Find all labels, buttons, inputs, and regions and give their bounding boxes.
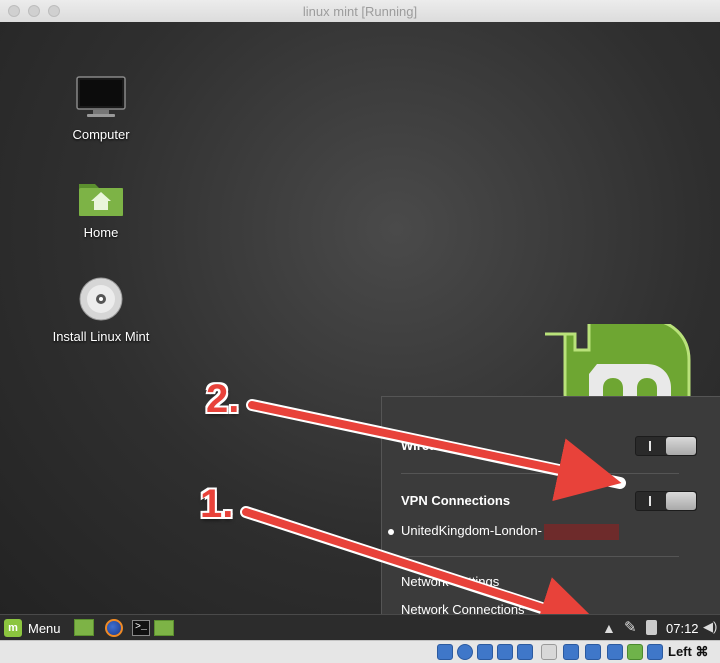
- cpu-icon[interactable]: [607, 644, 623, 660]
- vm-status-bar: Left ⌘: [0, 640, 720, 663]
- annotation-arrows: [240, 399, 626, 614]
- audio-icon[interactable]: [477, 644, 493, 660]
- menu-label: Menu: [28, 620, 61, 636]
- video-capture-icon[interactable]: [585, 644, 601, 660]
- annotation-label-one: 1.: [200, 482, 234, 526]
- menu-button[interactable]: m Menu: [4, 619, 61, 637]
- battery-icon[interactable]: [646, 620, 657, 635]
- show-desktop-icon[interactable]: [74, 619, 94, 636]
- guest-additions-icon[interactable]: [627, 644, 643, 660]
- host-key-label: Left ⌘: [668, 644, 709, 659]
- network-tray-icon[interactable]: ▲: [602, 620, 616, 636]
- network-adapter-icon[interactable]: [497, 644, 513, 660]
- desktop: Computer Home Install Linux Mint Wired V…: [0, 22, 720, 614]
- display-icon[interactable]: [563, 644, 579, 660]
- mint-menu-icon: m: [4, 619, 22, 637]
- optical-drive-icon[interactable]: [457, 644, 473, 660]
- mouse-integration-icon[interactable]: [647, 644, 663, 660]
- volume-icon[interactable]: ◀): [703, 619, 717, 635]
- arrow-two: [248, 401, 622, 502]
- vpn-tray-icon[interactable]: ✎: [624, 618, 637, 636]
- annotation-label-two: 2.: [206, 377, 240, 421]
- shared-folders-icon[interactable]: [541, 644, 557, 660]
- firefox-icon[interactable]: [105, 619, 123, 637]
- window-titlebar: linux mint [Running]: [0, 0, 720, 23]
- terminal-icon[interactable]: >_: [132, 620, 150, 636]
- hard-disk-icon[interactable]: [437, 644, 453, 660]
- taskbar-panel: m Menu >_ ▲ ✎ 07:12 ◀): [0, 614, 720, 641]
- usb-icon[interactable]: [517, 644, 533, 660]
- clock[interactable]: 07:12: [666, 621, 699, 636]
- files-icon[interactable]: [154, 620, 174, 636]
- window-title: linux mint [Running]: [302, 4, 418, 19]
